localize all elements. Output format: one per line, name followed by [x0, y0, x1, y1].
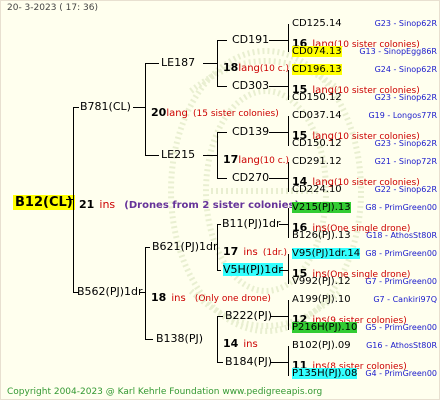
gen-note: (15 sister colonies) [193, 109, 279, 119]
breeder-meta: G8 - PrimGreen00 [365, 249, 437, 258]
gen-type: ins [243, 247, 258, 258]
gen-type: lang [238, 155, 260, 166]
connector [279, 224, 288, 225]
connector [217, 224, 221, 225]
breeder-meta: G23 - Sinop62R [374, 19, 437, 28]
ancestor-queen[interactable]: B184(PJ) [225, 355, 272, 368]
grandparent-generation: 14 ins [223, 332, 258, 351]
connector [217, 224, 218, 270]
connector [217, 270, 221, 271]
breeder-meta: G7 - Cankiri97Q [373, 295, 437, 304]
breeder-meta: G21 - Sinop72R [374, 157, 437, 166]
breeder-meta: G13 - SinopEgg86R [359, 47, 437, 56]
grandparent-queen[interactable]: B621(PJ)1dr [152, 240, 218, 253]
connector [145, 247, 150, 248]
connector [133, 107, 145, 108]
ancestor-queen[interactable]: CD270 [232, 171, 269, 184]
connector [280, 270, 288, 271]
grandparent-queen[interactable]: LE187 [161, 56, 195, 69]
ancestor-queen[interactable]: B11(PJ)1dr [222, 217, 281, 230]
connector [269, 178, 288, 179]
connector [271, 316, 288, 317]
report-date: 20- 3-2023 ( 17: 36) [7, 3, 98, 13]
connector [73, 107, 79, 108]
connector [217, 316, 218, 362]
connector [217, 316, 223, 317]
breeder-meta: G5 - PrimGreen00 [365, 323, 437, 332]
gen-note: (1dr.) [262, 248, 288, 258]
connector [139, 292, 145, 293]
gen-number: 14 [223, 337, 239, 350]
ancestor-queen[interactable]: CD303 [232, 79, 269, 92]
gen-note: (10 c.) [259, 156, 290, 166]
breeder-meta: G7 - PrimGreen00 [365, 277, 437, 286]
drone-generation: 18 ins (Only one drone) [151, 286, 271, 305]
breeder-meta: G23 - Sinop62R [374, 139, 437, 148]
connector [145, 247, 146, 339]
grandparent-queen[interactable]: LE215 [161, 148, 195, 161]
root-gen-type: ins [99, 198, 116, 211]
gen-type: lang [166, 108, 188, 119]
pedigree-chart: 20- 3-2023 ( 17: 36) B12(CL) 21 ins (Dro… [0, 0, 440, 400]
connector [217, 40, 227, 41]
connector [271, 362, 288, 363]
connector [217, 132, 227, 133]
connector [145, 63, 146, 155]
connector [145, 339, 153, 340]
root-generation: 21 ins (Drones from 2 sister colonies) [79, 193, 299, 212]
grandparent-queen[interactable]: B138(PJ) [156, 332, 203, 345]
connector [145, 63, 159, 64]
grandparent-generation: 18lang(10 c.) [223, 56, 289, 75]
breeder-meta: G24 - Sinop62R [374, 65, 437, 74]
drone-queen[interactable]: B562(PJ)1dr [77, 285, 143, 298]
breeder-meta: G22 - Sinop62R [374, 185, 437, 194]
breeder-meta: G4 - PrimGreen00 [365, 369, 437, 378]
breeder-meta: G23 - Sinop62R [374, 93, 437, 102]
grandparent-generation: 17 ins (1dr.) [223, 240, 287, 259]
root-gen-number: 21 [79, 198, 95, 211]
gen-number: 20 [151, 106, 167, 119]
connector [73, 107, 74, 292]
footer-copyright[interactable]: Copyright 2004-2023 @ Karl Kehrle Founda… [7, 387, 322, 397]
breeder-meta: G16 - AthosSt80R [366, 341, 437, 350]
gen-type: ins [243, 339, 258, 350]
connector [269, 40, 288, 41]
breeder-meta: G18 - AthosSt80R [366, 231, 437, 240]
connector [217, 132, 218, 178]
connector [145, 155, 159, 156]
gen-number: 18 [151, 291, 167, 304]
gen-number: 17 [223, 153, 239, 166]
ancestor-queen[interactable]: V5H(PJ)1dr [223, 263, 283, 276]
grandparent-generation: 17lang(10 c.) [223, 148, 289, 167]
root-note: (Drones from 2 sister colonies) [124, 200, 300, 211]
gen-number: 18 [223, 61, 239, 74]
connector [203, 63, 217, 64]
breeder-meta: G8 - PrimGreen00 [365, 203, 437, 212]
root-queen[interactable]: B12(CL) [13, 191, 75, 210]
ancestor-queen[interactable]: B222(PJ) [225, 309, 272, 322]
gen-type: lang [238, 63, 260, 74]
parent-queen[interactable]: B781(CL) [80, 100, 131, 113]
connector [217, 40, 218, 86]
breeder-meta: G19 - Longos77R [368, 111, 437, 120]
gen-note: (10 c.) [259, 64, 290, 74]
root-queen-name: B12(CL) [13, 195, 75, 210]
connector [217, 86, 227, 87]
gen-number: 17 [223, 245, 239, 258]
parent-generation: 20lang (15 sister colonies) [151, 101, 279, 120]
connector [217, 178, 227, 179]
connector [269, 132, 288, 133]
connector [269, 86, 288, 87]
gen-note: (Only one drone) [194, 294, 271, 304]
ancestor-queen[interactable]: CD191 [232, 33, 269, 46]
connector [203, 155, 217, 156]
ancestor-queen[interactable]: CD139 [232, 125, 269, 138]
connector [217, 362, 223, 363]
gen-type: ins [171, 293, 186, 304]
